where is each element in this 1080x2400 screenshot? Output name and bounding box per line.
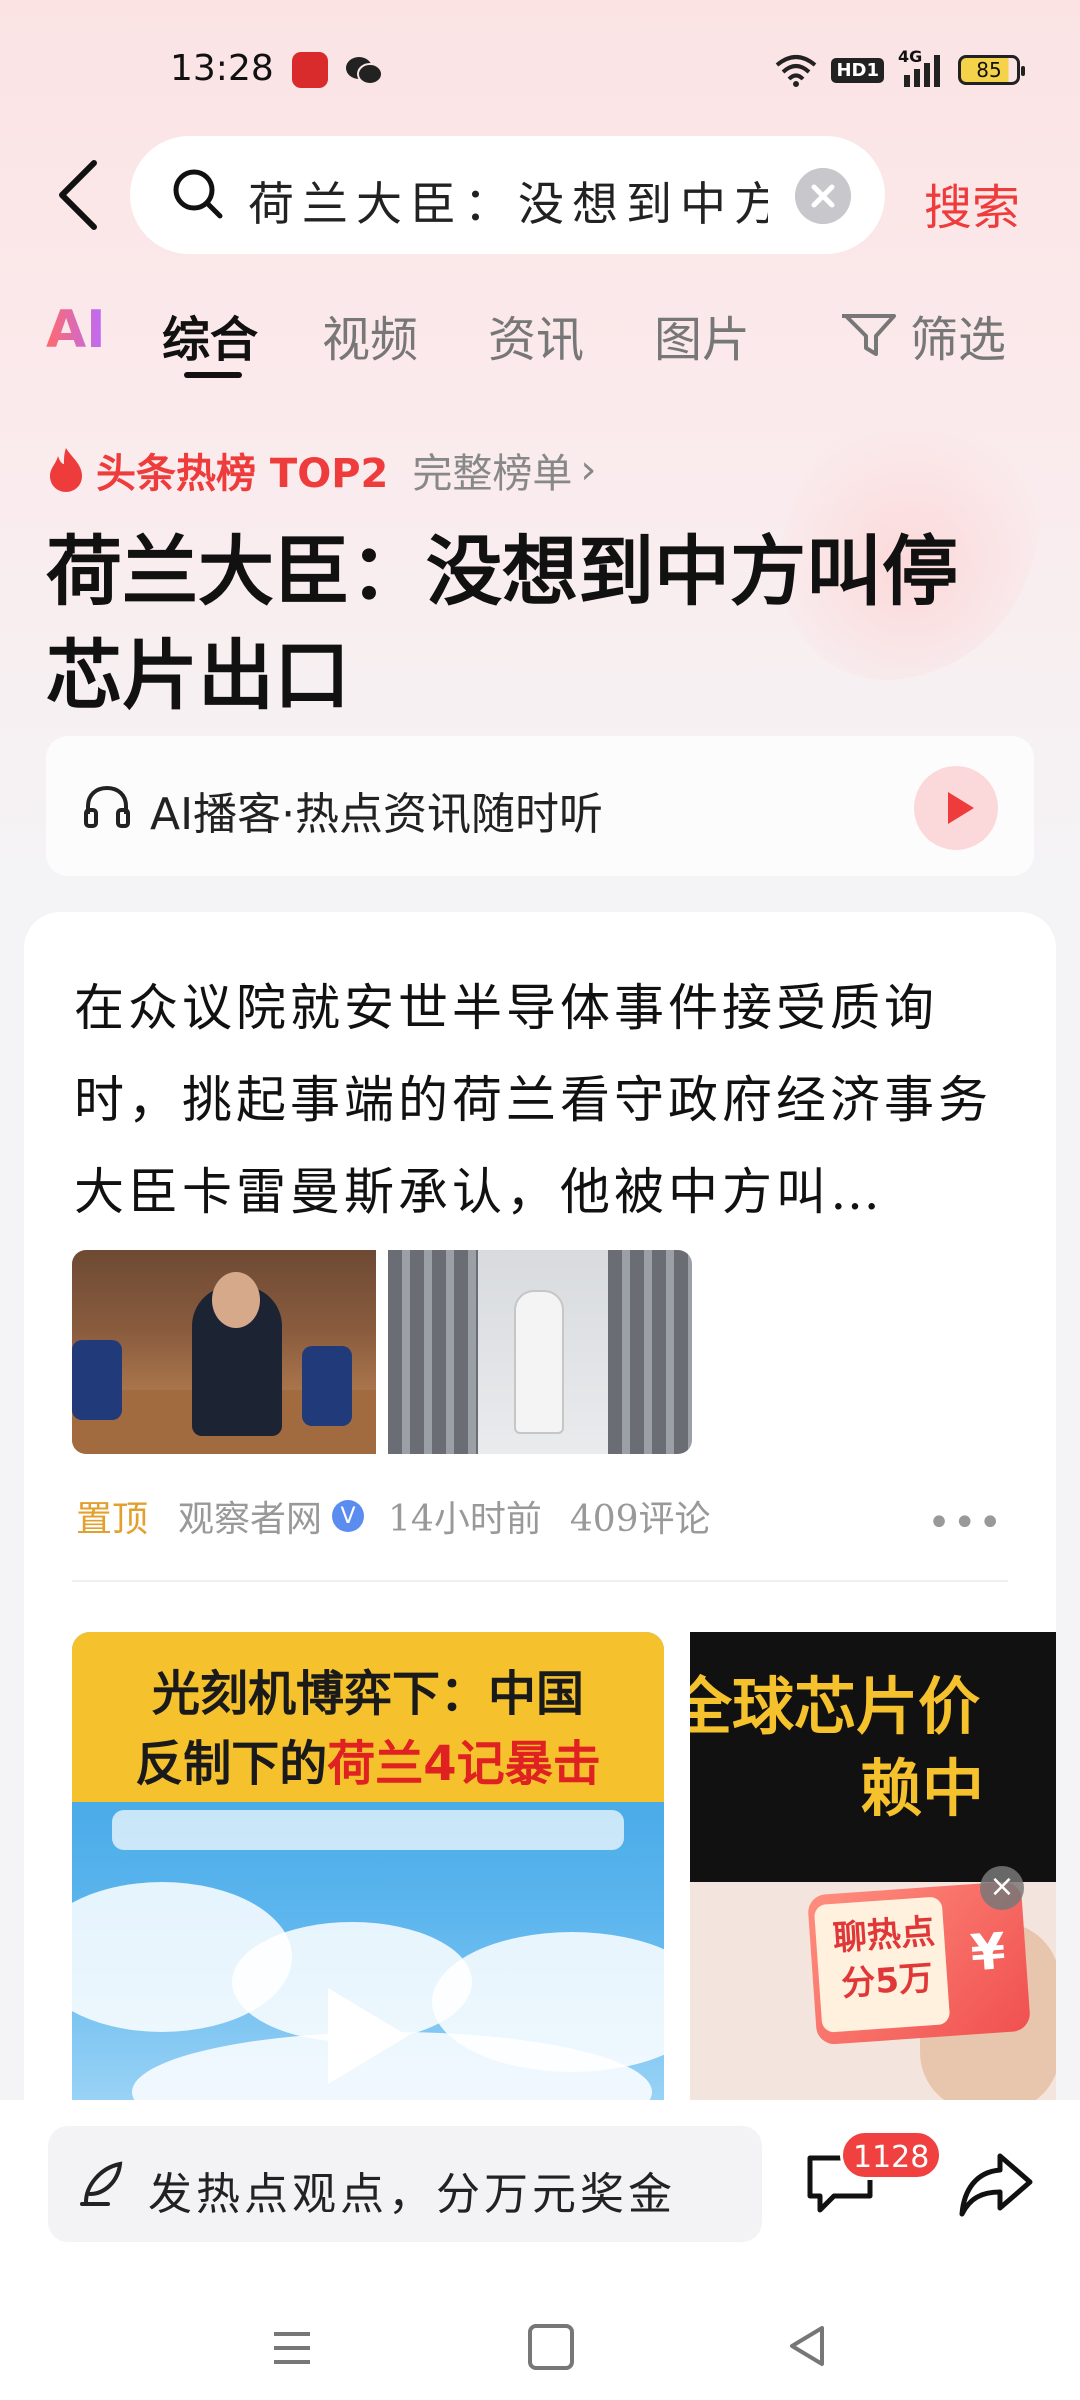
home-icon[interactable]	[528, 2324, 574, 2370]
wifi-icon	[776, 55, 817, 87]
source-name[interactable]: 观察者网	[178, 1490, 322, 1542]
network-type: 4G	[898, 47, 923, 66]
flame-icon	[50, 448, 82, 492]
red-packet-text: 聊热点分5万	[831, 1911, 937, 2005]
comment-input[interactable]: 发热点观点，分万元奖金	[48, 2126, 762, 2242]
image-chair	[302, 1346, 352, 1426]
play-icon[interactable]	[914, 766, 998, 850]
video-title-line1: 光刻机博弈下：中国	[151, 1666, 584, 1722]
tab-comprehensive[interactable]: 综合	[162, 300, 258, 370]
active-tab-indicator	[184, 372, 242, 378]
filter-icon	[842, 314, 896, 356]
tab-images[interactable]: 图片	[654, 300, 750, 370]
divider	[72, 1580, 1008, 1582]
image-chair	[72, 1340, 122, 1420]
comment-count-badge: 1128	[840, 2130, 943, 2180]
nav-back-icon[interactable]	[786, 2324, 826, 2368]
more-options-icon[interactable]: •••	[927, 1500, 1004, 1546]
video-title-line2-a: 反制下的	[135, 1736, 328, 1792]
verified-icon: V	[332, 1500, 365, 1532]
bank-app-icon	[292, 52, 328, 88]
headphones-icon	[84, 785, 130, 828]
status-right: HD1 4G 85	[775, 47, 1025, 90]
hd-icon: HD1	[831, 57, 884, 83]
status-bar: 13:28 HD1 4G 85	[0, 0, 1080, 140]
video-play-icon[interactable]	[328, 1988, 408, 2084]
pinned-label: 置顶	[76, 1499, 149, 1540]
video-title-line2-b: 荷兰4记暴击	[327, 1736, 601, 1792]
article-image-minister[interactable]	[72, 1250, 376, 1454]
podcast-label: AI播客·热点资讯随时听	[150, 789, 604, 840]
wechat-icon	[346, 57, 383, 85]
battery-icon: 85	[958, 55, 1025, 85]
chevron-right-icon: ›	[580, 447, 597, 493]
tab-video[interactable]: 视频	[322, 300, 418, 370]
search-box[interactable]: 荷兰大臣：没想到中方	[130, 136, 885, 254]
publish-time: 14小时前	[388, 1499, 542, 1540]
topic-headline: 荷兰大臣：没想到中方叫停芯片出口	[46, 527, 958, 720]
full-list-link[interactable]: 完整榜单	[412, 441, 572, 499]
signal-icon: 4G	[898, 47, 944, 87]
article-meta: 置顶 观察者网 V 14小时前 409评论	[76, 1488, 711, 1544]
filter-button[interactable]: 筛选	[842, 300, 1006, 370]
video2-title-line1: 全球芯片价	[690, 1670, 981, 1743]
video-paper-strip	[112, 1810, 624, 1850]
hot-rank-row[interactable]: 头条热榜 TOP2 完整榜单 ›	[46, 440, 596, 500]
yen-icon: ¥	[968, 1922, 1008, 1983]
video2-title-line2: 赖中	[860, 1752, 985, 1825]
article-snippet[interactable]: 在众议院就安世半导体事件接受质询时，挑起事端的荷兰看守政府经济事务大臣卡雷曼斯承…	[74, 962, 994, 1238]
search-icon	[173, 169, 223, 219]
search-input[interactable]: 荷兰大臣：没想到中方	[248, 168, 768, 234]
result-tabs: AI 综合 视频 资讯 图片 筛选	[0, 290, 1080, 380]
close-promo-icon[interactable]: ×	[980, 1866, 1024, 1910]
comment-count-label: 409评论	[569, 1499, 711, 1540]
video-title-line2: 反制下的荷兰4记暴击	[72, 1724, 664, 1794]
comment-placeholder: 发热点观点，分万元奖金	[148, 2169, 676, 2220]
pen-icon	[80, 2161, 123, 2206]
image-worker	[514, 1290, 564, 1434]
bottom-bar: 发热点观点，分万元奖金 1128	[0, 2100, 1080, 2400]
system-nav-bar	[0, 2290, 1080, 2400]
hot-rank-label: 头条热榜 TOP2	[96, 451, 389, 497]
article-image-cleanroom[interactable]	[388, 1250, 692, 1454]
tab-news[interactable]: 资讯	[488, 300, 584, 370]
clear-icon[interactable]	[795, 168, 851, 224]
back-arrow-icon[interactable]	[50, 155, 110, 235]
filter-label: 筛选	[910, 312, 1007, 368]
status-time: 13:28	[170, 48, 274, 89]
search-button[interactable]: 搜索	[924, 168, 1020, 238]
tab-ai[interactable]: AI	[46, 300, 106, 360]
ai-podcast-bar[interactable]: AI播客·热点资讯随时听	[46, 736, 1034, 876]
battery-level: 85	[976, 58, 1002, 82]
image-head	[212, 1272, 260, 1328]
menu-icon[interactable]	[272, 2328, 312, 2368]
video-card-1[interactable]: 光刻机博弈下：中国 反制下的荷兰4记暴击	[72, 1632, 664, 2112]
share-icon[interactable]	[958, 2150, 1034, 2220]
